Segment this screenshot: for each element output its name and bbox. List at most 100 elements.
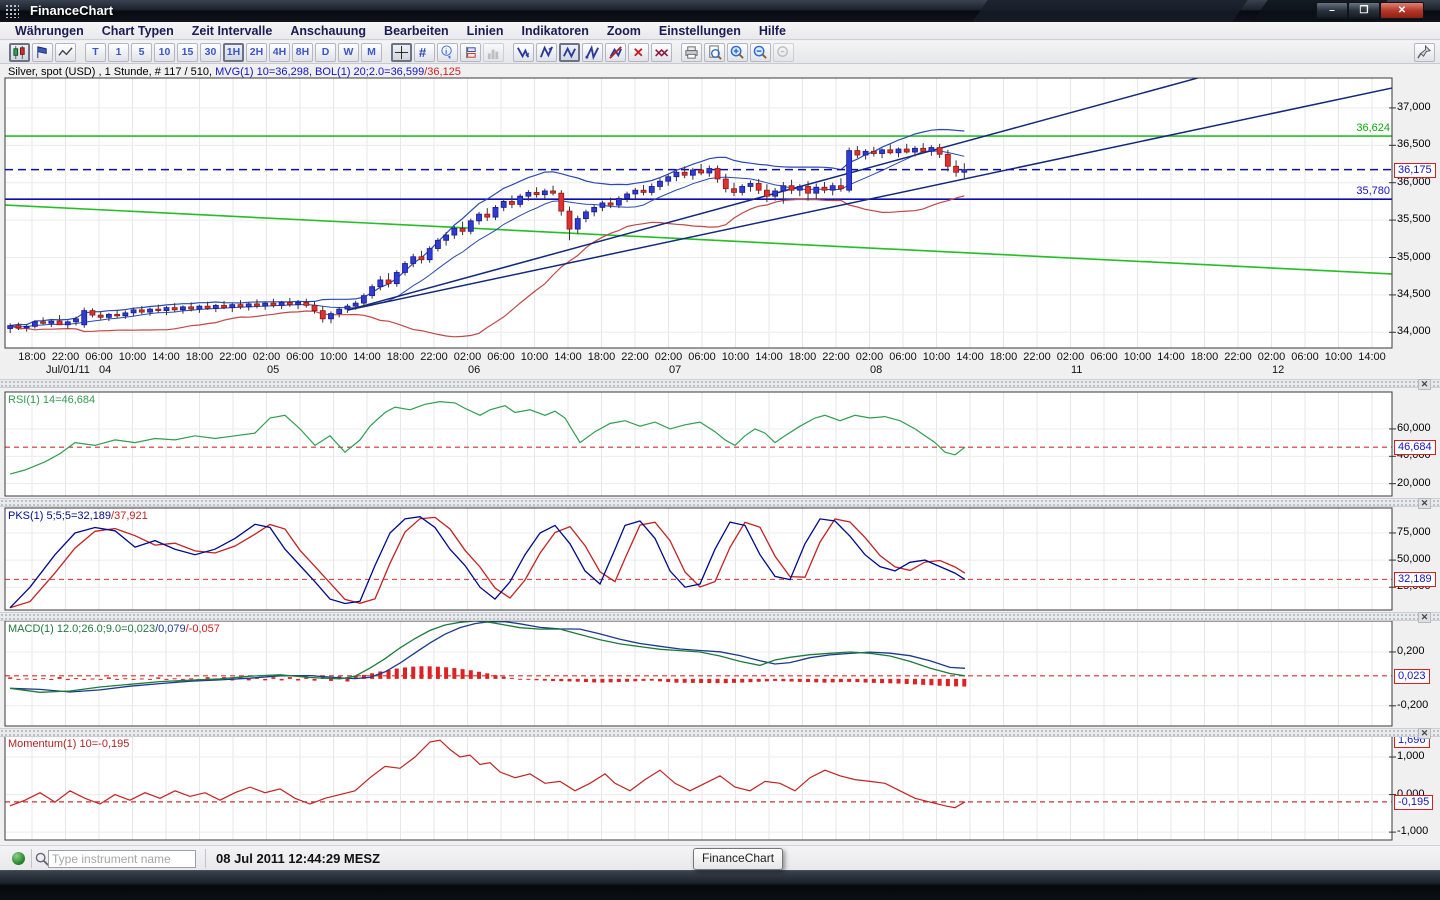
app-icon bbox=[5, 4, 19, 18]
screen: { "window": {"title": "FinanceChart", "b… bbox=[0, 0, 1440, 900]
minimize-button[interactable]: – bbox=[1316, 2, 1348, 19]
time-axis-label: 10:00 bbox=[1325, 351, 1353, 363]
zoom-in-button[interactable] bbox=[727, 43, 748, 62]
axis-tick-label: 0,200 bbox=[1397, 645, 1425, 657]
time-axis-label: 14:00 bbox=[1358, 351, 1386, 363]
close-button[interactable]: ✕ bbox=[1380, 2, 1424, 19]
trendline-up-button[interactable] bbox=[536, 43, 557, 62]
pks-plot[interactable] bbox=[5, 508, 1392, 610]
svg-text:✕: ✕ bbox=[660, 48, 669, 60]
time-axis-label: 18:00 bbox=[186, 351, 214, 363]
trend-channel-button[interactable] bbox=[559, 43, 580, 62]
interval-10-button[interactable]: 10 bbox=[154, 43, 175, 62]
divider bbox=[205, 849, 206, 868]
date-axis-label: 12 bbox=[1272, 364, 1284, 376]
time-axis-label: 02:00 bbox=[655, 351, 683, 363]
axis-tick-label: 35,000 bbox=[1397, 251, 1431, 263]
interval-15-button[interactable]: 15 bbox=[177, 43, 198, 62]
close-panel-button[interactable]: ✕ bbox=[1418, 498, 1431, 509]
delete-line-button[interactable]: ✕ bbox=[628, 43, 649, 62]
interval-1H-button[interactable]: 1H bbox=[223, 43, 244, 62]
toolbar-separator bbox=[383, 43, 390, 62]
print-preview-button[interactable] bbox=[704, 43, 725, 62]
instrument-search-input[interactable] bbox=[48, 850, 196, 868]
close-panel-button[interactable]: ✕ bbox=[1418, 728, 1431, 739]
momentum-plot[interactable] bbox=[5, 736, 1392, 840]
info-button[interactable]: i bbox=[437, 43, 458, 62]
time-axis-label: 06:00 bbox=[487, 351, 515, 363]
close-panel-button[interactable]: ✕ bbox=[1418, 612, 1431, 623]
date-axis-label: 07 bbox=[669, 364, 681, 376]
print-button[interactable] bbox=[681, 43, 702, 62]
line-chart-button[interactable] bbox=[55, 43, 76, 62]
delete-all-lines-button[interactable]: ✕✕ bbox=[651, 43, 672, 62]
menu-chart-typen[interactable]: Chart Typen bbox=[93, 23, 183, 39]
trend-fan-button[interactable] bbox=[582, 43, 603, 62]
menu-linien[interactable]: Linien bbox=[458, 23, 513, 39]
menu-währungen[interactable]: Währungen bbox=[6, 23, 93, 39]
price-line-label: 36,624 bbox=[1340, 122, 1390, 134]
interval-D-button[interactable]: D bbox=[315, 43, 336, 62]
zoom-reset-button[interactable] bbox=[773, 43, 794, 62]
time-axis-label: 22:00 bbox=[822, 351, 850, 363]
grid-button[interactable]: # bbox=[414, 43, 435, 62]
axis-tick-label: 34,500 bbox=[1397, 288, 1431, 300]
axis-tick-label: 35,500 bbox=[1397, 213, 1431, 225]
macd-plot[interactable] bbox=[5, 621, 1392, 726]
time-axis-label: 06:00 bbox=[85, 351, 113, 363]
restore-button[interactable]: ❐ bbox=[1348, 2, 1380, 19]
interval-4H-button[interactable]: 4H bbox=[269, 43, 290, 62]
panel-splitter[interactable]: ✕ bbox=[0, 498, 1440, 507]
taskbar: e » eflatex - Windows Int...eSilberkurs,… bbox=[0, 870, 1440, 900]
svg-text:✕: ✕ bbox=[633, 45, 644, 60]
interval-30-button[interactable]: 30 bbox=[200, 43, 221, 62]
date-axis-label: 05 bbox=[267, 364, 279, 376]
interval-5-button[interactable]: 5 bbox=[131, 43, 152, 62]
bar-chart-button[interactable] bbox=[32, 43, 53, 62]
interval-W-button[interactable]: W bbox=[338, 43, 359, 62]
remove-trendline-button[interactable] bbox=[605, 43, 626, 62]
time-axis-label: 22:00 bbox=[420, 351, 448, 363]
taskbar-tooltip: FinanceChart bbox=[693, 848, 783, 870]
interval-2H-button[interactable]: 2H bbox=[246, 43, 267, 62]
menu-bearbeiten[interactable]: Bearbeiten bbox=[375, 23, 458, 39]
divider bbox=[31, 849, 32, 868]
time-axis-label: 14:00 bbox=[554, 351, 582, 363]
crosshair-button[interactable] bbox=[391, 43, 412, 62]
close-panel-button[interactable]: ✕ bbox=[1418, 379, 1431, 390]
date-axis-label: Jul/01/11 bbox=[46, 364, 90, 376]
time-axis-label: 06:00 bbox=[688, 351, 716, 363]
axis-tick-label: 37,000 bbox=[1397, 101, 1431, 113]
panel-splitter[interactable]: ✕ bbox=[0, 728, 1440, 737]
current-value-box: 0,023 bbox=[1394, 669, 1430, 684]
interval-8H-button[interactable]: 8H bbox=[292, 43, 313, 62]
panel-splitter[interactable]: ✕ bbox=[0, 379, 1440, 388]
price-chart-plot[interactable] bbox=[5, 78, 1392, 348]
trendline-down-button[interactable] bbox=[513, 43, 534, 62]
macd-label: MACD(1) 12.0;26.0;9.0=0,023/0,079/-0,057 bbox=[8, 623, 220, 635]
menu-hilfe[interactable]: Hilfe bbox=[750, 23, 795, 39]
pks-label-red: /37,921 bbox=[111, 510, 148, 522]
interval-T-button[interactable]: T bbox=[85, 43, 106, 62]
interval-M-button[interactable]: M bbox=[361, 43, 382, 62]
rsi-plot[interactable] bbox=[5, 392, 1392, 496]
menu-einstellungen[interactable]: Einstellungen bbox=[650, 23, 750, 39]
time-axis-label: 14:00 bbox=[956, 351, 984, 363]
candlestick-chart-button[interactable] bbox=[9, 43, 30, 62]
interval-1-button[interactable]: 1 bbox=[108, 43, 129, 62]
momentum-label: Momentum(1) 10=-0,195 bbox=[8, 738, 129, 750]
zoom-out-button[interactable] bbox=[750, 43, 771, 62]
menu-zeit-intervalle[interactable]: Zeit Intervalle bbox=[183, 23, 282, 39]
titlebar-glass-streak bbox=[972, 0, 1247, 22]
price-labels-button[interactable] bbox=[460, 43, 481, 62]
instrument-label-text: Silver, spot (USD) , 1 Stunde, # 117 / 5… bbox=[8, 66, 215, 78]
menu-anschauung[interactable]: Anschauung bbox=[281, 23, 375, 39]
menu-indikatoren[interactable]: Indikatoren bbox=[512, 23, 597, 39]
panel-splitter[interactable]: ✕ bbox=[0, 612, 1440, 621]
menu-bar: WährungenChart TypenZeit IntervalleAnsch… bbox=[0, 22, 1440, 40]
toolbar-separator bbox=[505, 43, 512, 62]
menu-zoom[interactable]: Zoom bbox=[598, 23, 650, 39]
pin-chart-button[interactable] bbox=[1414, 43, 1435, 62]
axis-tick-label: 60,000 bbox=[1397, 422, 1431, 434]
volume-button[interactable] bbox=[483, 43, 504, 62]
